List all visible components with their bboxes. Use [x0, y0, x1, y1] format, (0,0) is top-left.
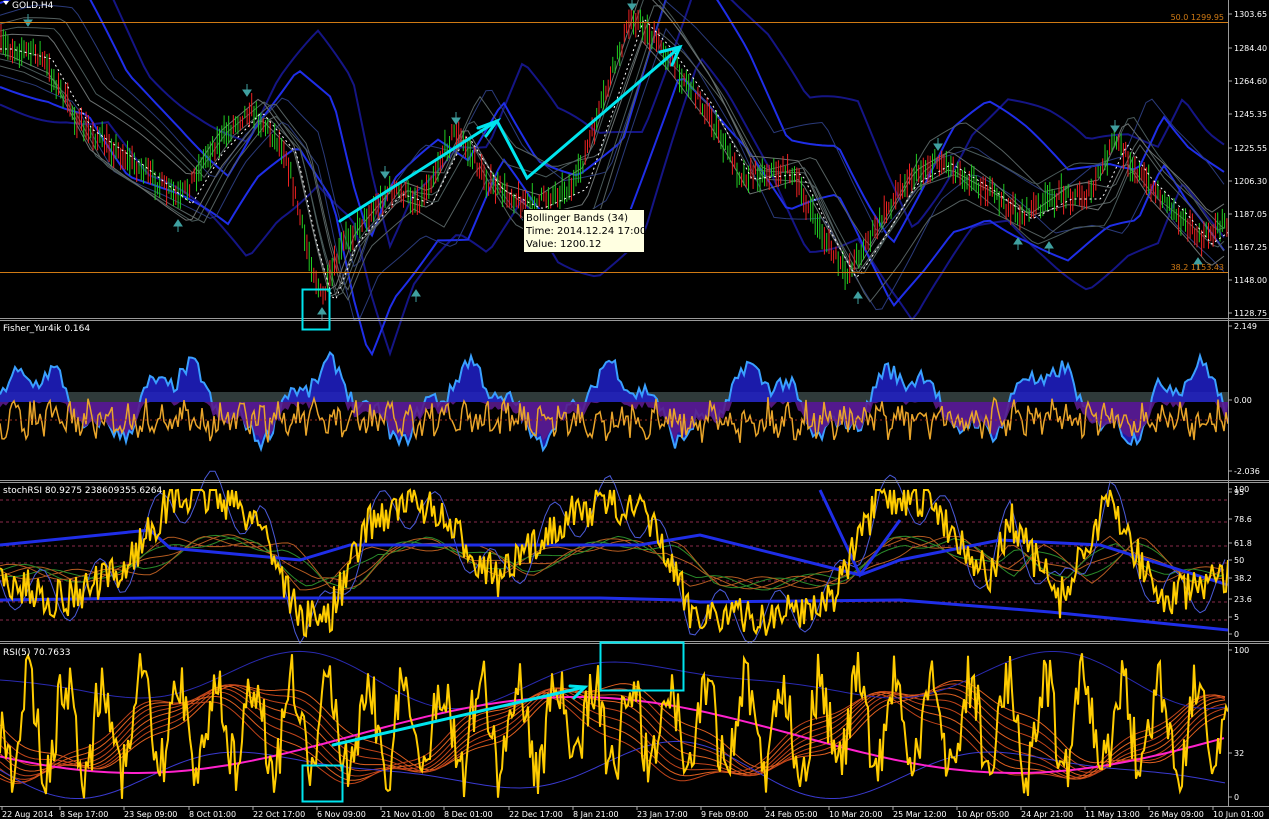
axis-tick-label: 0.00 — [1234, 396, 1252, 405]
axis-tick-label: 78.6 — [1234, 515, 1252, 524]
time-axis-label: 8 Jan 21:00 — [573, 810, 619, 819]
time-axis-label: 24 Apr 21:00 — [1021, 810, 1073, 819]
axis-tick-label: 61.8 — [1234, 539, 1252, 548]
stochrsi-title: stochRSI 80.9275 238609355.6264 — [3, 486, 163, 496]
time-axis-label: 9 Feb 09:00 — [701, 810, 748, 819]
axis-tick-label: 95 — [1234, 488, 1244, 497]
axis-tick-label: 50 — [1234, 556, 1244, 565]
axis-tick-label: 1187.05 — [1234, 210, 1267, 219]
axis-tick-label: 1128.75 — [1234, 309, 1267, 318]
time-axis-label: 8 Dec 01:00 — [444, 810, 493, 819]
time-axis-label: 11 May 13:00 — [1085, 810, 1140, 819]
axis-tick-label: 0 — [1234, 793, 1239, 802]
tooltip-line-3: Value: 1200.12 — [526, 239, 601, 250]
time-axis-label: 10 Mar 20:00 — [829, 810, 882, 819]
axis-tick-label: 1206.30 — [1234, 177, 1267, 186]
axis-tick-label: 32 — [1234, 749, 1244, 758]
time-axis-label: 10 Apr 05:00 — [957, 810, 1009, 819]
time-axis-label: 10 Jun 01:00 — [1213, 810, 1264, 819]
axis-tick-label: 1264.60 — [1234, 77, 1267, 86]
axis-tick-label: 1245.35 — [1234, 110, 1267, 119]
time-axis-label: 23 Jan 17:00 — [637, 810, 688, 819]
tooltip-line-2: Time: 2014.12.24 17:00 — [525, 226, 646, 237]
axis-tick-label: 23.6 — [1234, 595, 1252, 604]
axis-tick-label: 0 — [1234, 630, 1239, 639]
time-axis-label: 6 Nov 09:00 — [317, 810, 366, 819]
fib-label-top: 50.0 1299.95 — [1171, 13, 1224, 22]
axis-tick-label: 1148.00 — [1234, 276, 1267, 285]
time-axis-label: 8 Oct 01:00 — [189, 810, 236, 819]
time-axis-label: 8 Sep 17:00 — [60, 810, 108, 819]
fib-label-bottom: 38.2 1153.43 — [1171, 263, 1224, 272]
axis-tick-label: 1303.65 — [1234, 10, 1267, 19]
time-axis-label: 22 Oct 17:00 — [253, 810, 305, 819]
axis-tick-label: 1225.55 — [1234, 144, 1267, 153]
tooltip-line-1: Bollinger Bands (34) — [526, 213, 628, 224]
chart-window[interactable]: 50.0 1299.95 38.2 1153.43 GOLD,H4 Fisher… — [0, 0, 1269, 819]
axis-tick-label: 1284.40 — [1234, 44, 1267, 53]
time-axis-label: 25 Mar 12:00 — [893, 810, 946, 819]
time-axis-label: 21 Nov 01:00 — [381, 810, 435, 819]
svg-text:GOLD,H4: GOLD,H4 — [12, 1, 54, 11]
time-axis-label: 22 Aug 2014 — [2, 810, 53, 819]
fisher-title: Fisher_Yur4ik 0.164 — [3, 324, 90, 334]
axis-tick-label: 100 — [1234, 646, 1249, 655]
axis-tick-label: 1167.25 — [1234, 243, 1267, 252]
axis-tick-label: 5 — [1234, 613, 1239, 622]
rsi-title: RSI(5) 70.7633 — [3, 648, 70, 658]
axis-tick-label: -2.036 — [1234, 467, 1260, 476]
time-axis-label: 26 May 09:00 — [1149, 810, 1204, 819]
time-axis-label: 23 Sep 09:00 — [124, 810, 177, 819]
time-axis-label: 22 Dec 17:00 — [509, 810, 563, 819]
indicator-tooltip: Bollinger Bands (34) Time: 2014.12.24 17… — [523, 209, 646, 253]
axis-tick-label: 38.2 — [1234, 574, 1252, 583]
time-axis-label: 24 Feb 05:00 — [765, 810, 817, 819]
axis-tick-label: 2.149 — [1234, 322, 1257, 331]
